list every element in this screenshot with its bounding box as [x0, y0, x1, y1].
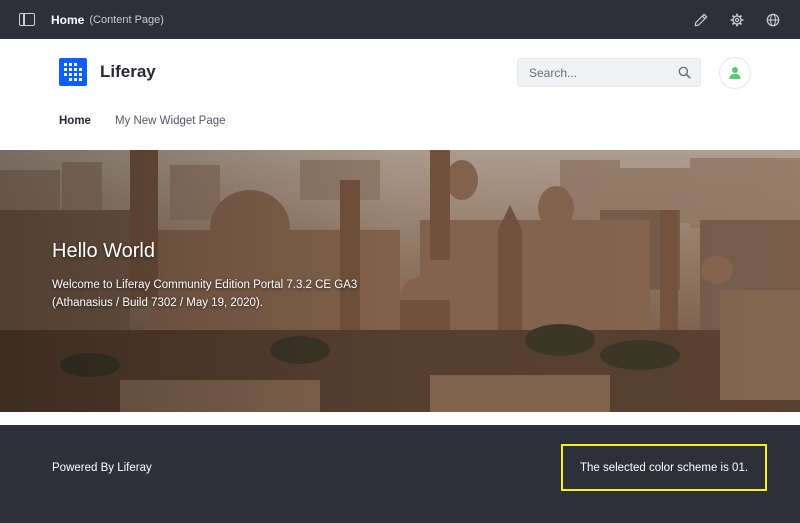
site-name[interactable]: Liferay [100, 62, 156, 82]
user-icon [729, 67, 741, 79]
control-menu: Home (Content Page) [0, 0, 800, 39]
section-divider [0, 412, 800, 425]
globe-icon[interactable] [766, 13, 780, 27]
search-icon[interactable] [678, 66, 691, 79]
hero-welcome-text: Welcome to Liferay Community Edition Por… [52, 279, 358, 309]
nav-item-home[interactable]: Home [59, 115, 91, 127]
hero-title: Hello World [52, 240, 155, 262]
user-avatar-button[interactable] [719, 57, 751, 89]
main-navigation: Home My New Widget Page [59, 115, 226, 127]
control-menu-actions [694, 13, 782, 27]
liferay-logo[interactable] [59, 58, 87, 86]
color-scheme-highlight: The selected color scheme is 01. [561, 444, 767, 491]
search-bar [517, 58, 701, 87]
page-title: Home [51, 12, 85, 27]
site-header: Liferay Home My New Widget Page [0, 39, 800, 150]
search-input[interactable] [518, 59, 668, 86]
pencil-icon[interactable] [694, 13, 708, 27]
hero-banner: Hello World Welcome to Liferay Community… [0, 150, 800, 412]
site-footer: Powered By Liferay The selected color sc… [0, 425, 800, 523]
color-scheme-text: The selected color scheme is 01. [579, 461, 749, 474]
product-menu-toggle-icon[interactable] [19, 13, 35, 26]
gear-icon[interactable] [730, 13, 744, 27]
page-type-label: (Content Page) [89, 13, 164, 26]
nav-item-my-new-widget-page[interactable]: My New Widget Page [115, 115, 226, 127]
powered-by-text: Powered By Liferay [52, 462, 152, 474]
